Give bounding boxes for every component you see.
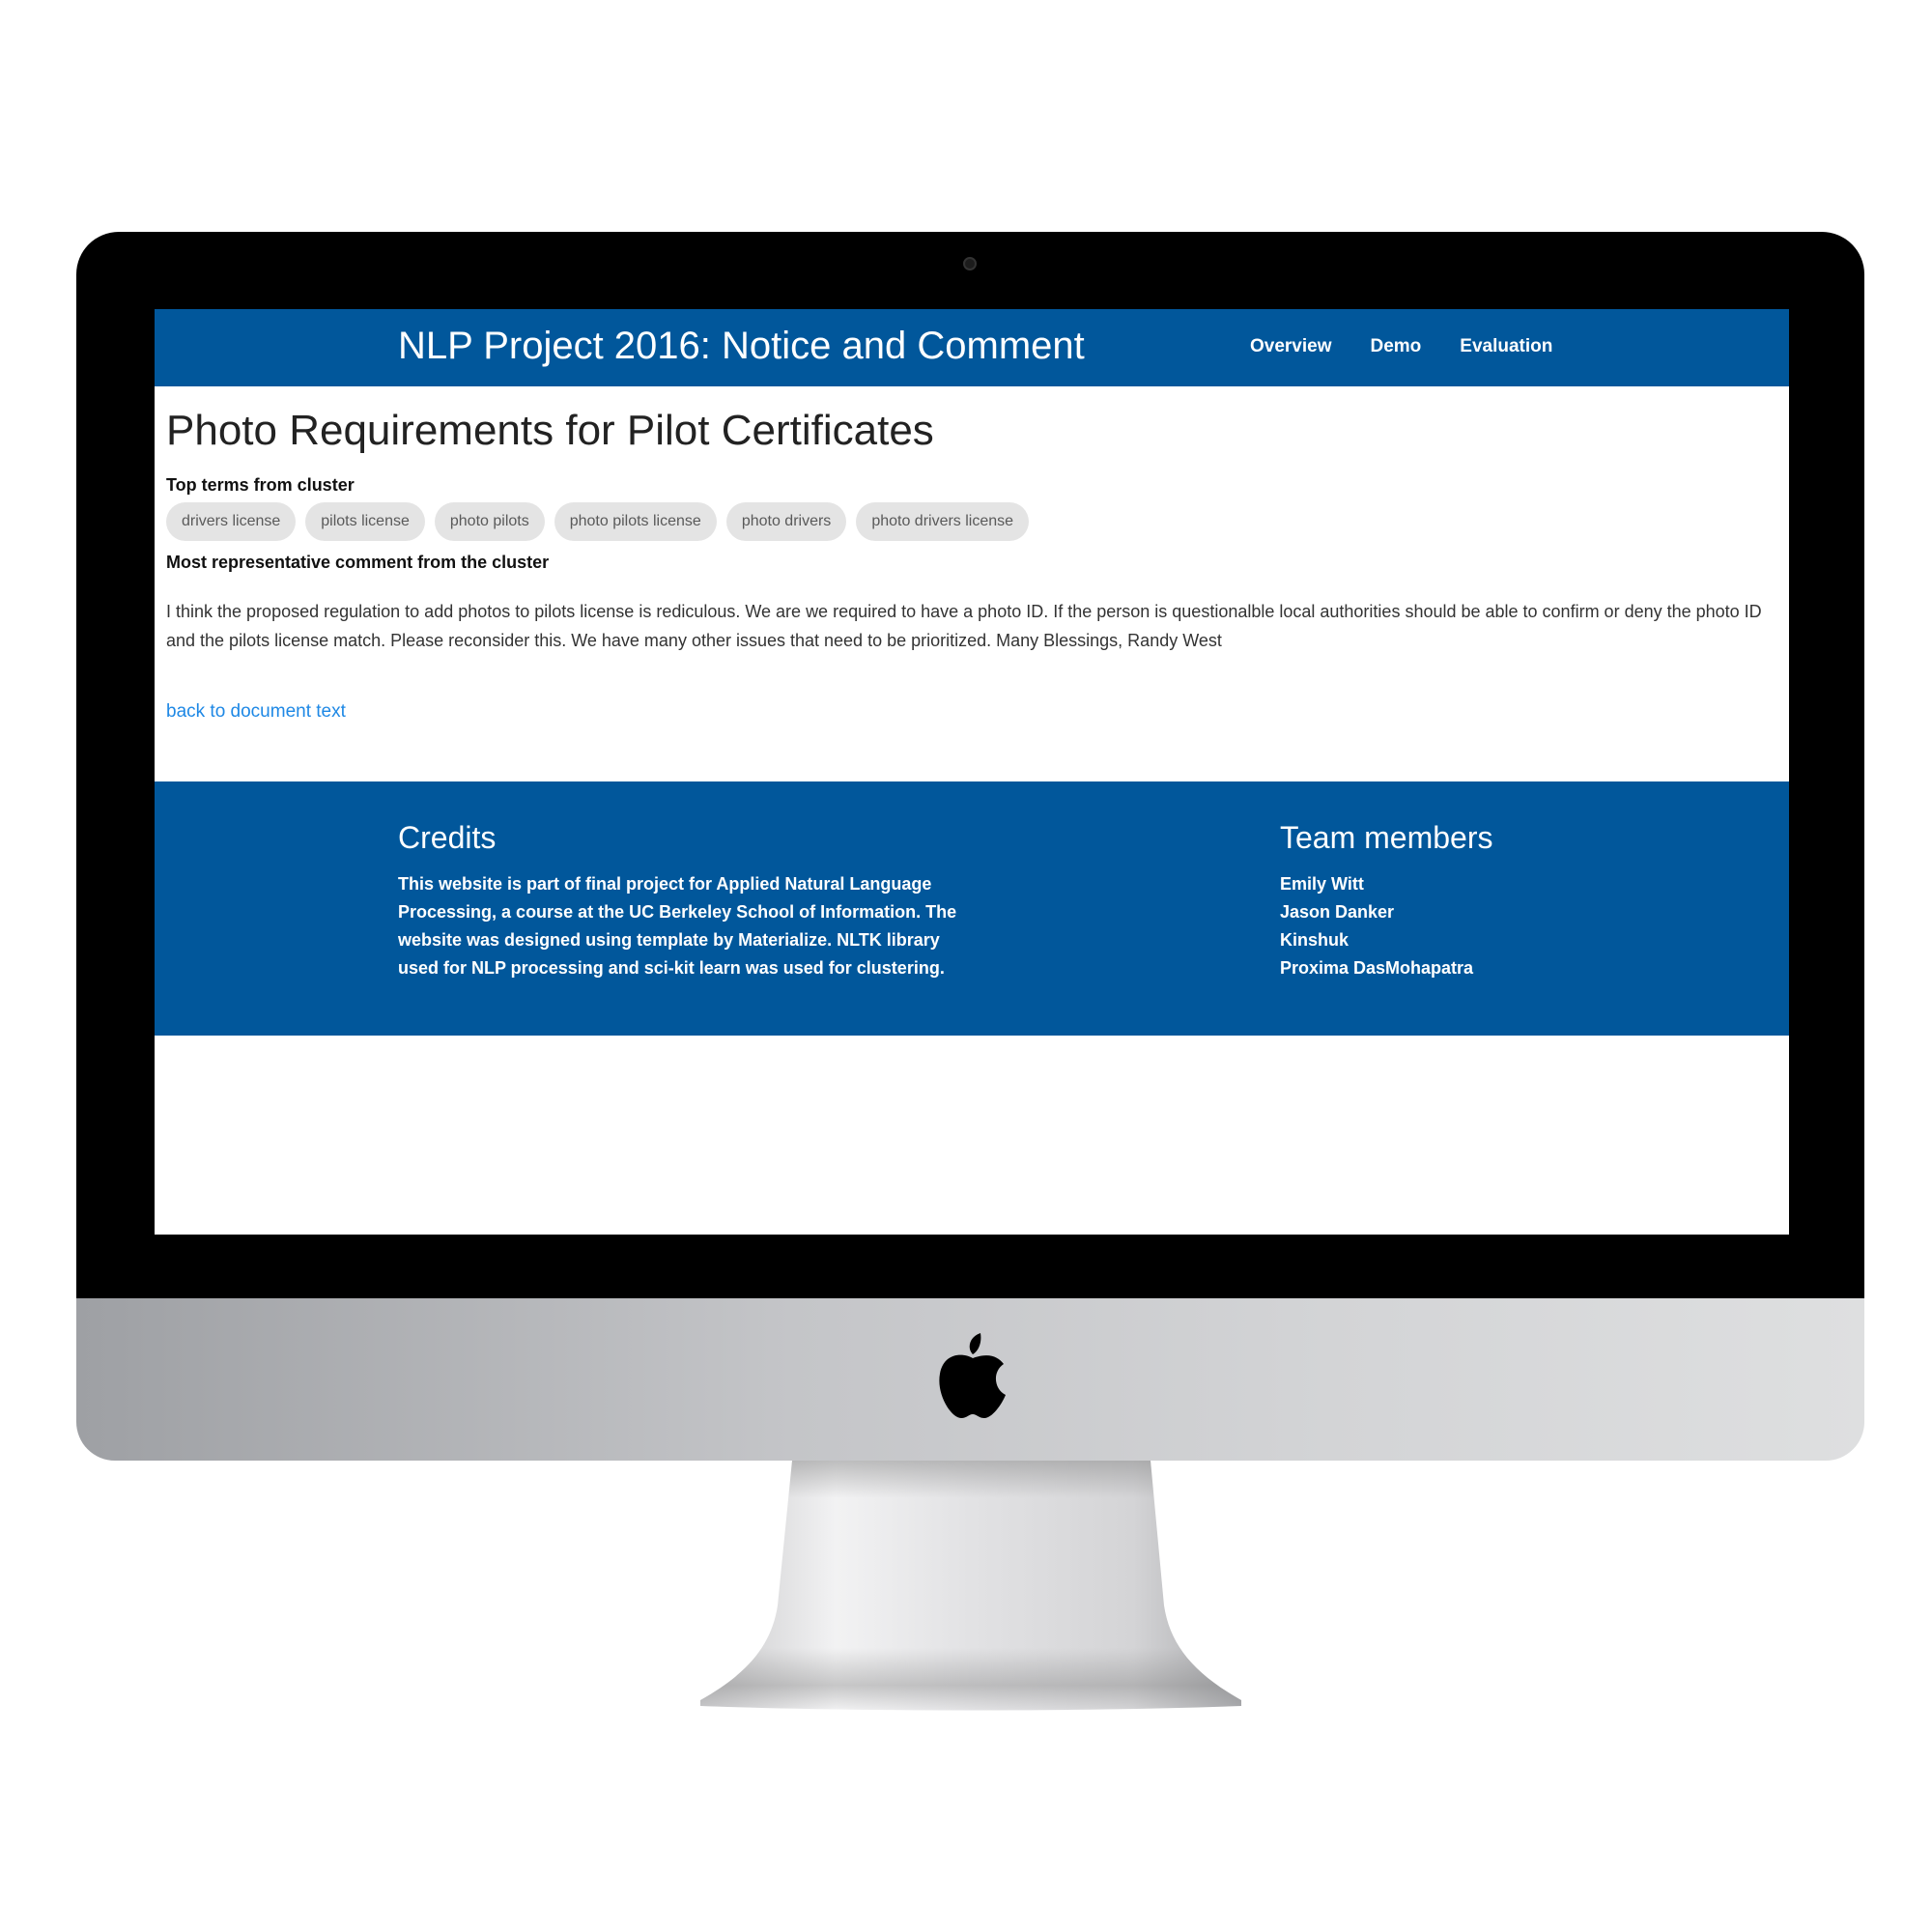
page-title: Photo Requirements for Pilot Certificate… [166,407,934,454]
credits-text: This website is part of final project fo… [398,874,957,978]
credits-section: Credits This website is part of final pr… [398,818,968,982]
team-section: Team members Emily Witt Jason Danker Kin… [1280,818,1686,982]
team-member: Jason Danker [1280,902,1395,922]
team-heading: Team members [1280,820,1493,855]
term-chip[interactable]: photo pilots license [554,502,717,541]
term-chip[interactable]: drivers license [166,502,297,541]
nav-overview[interactable]: Overview [1231,332,1351,361]
camera-icon [963,257,977,270]
nav-evaluation[interactable]: Evaluation [1440,332,1572,361]
monitor-stand [700,1461,1241,1711]
term-chips: drivers license pilots license photo pil… [166,502,1030,541]
representative-comment: I think the proposed regulation to add p… [166,602,1762,650]
term-chip[interactable]: photo pilots [434,502,545,541]
screen: NLP Project 2016: Notice and Comment Ove… [155,309,1789,1235]
term-chip[interactable]: photo drivers license [856,502,1030,541]
term-chip[interactable]: photo drivers [725,502,847,541]
page-footer: Credits This website is part of final pr… [155,781,1789,1036]
nav-links: Overview Demo Evaluation [1231,332,1572,361]
team-member: Kinshuk [1280,930,1350,950]
credits-heading: Credits [398,820,497,855]
nav-demo[interactable]: Demo [1351,332,1441,361]
team-member: Emily Witt [1280,874,1364,894]
term-chip[interactable]: pilots license [305,502,425,541]
apple-logo-icon [939,1333,1006,1418]
representative-comment-label: Most representative comment from the clu… [166,553,550,572]
top-terms-label: Top terms from cluster [166,475,355,495]
top-navbar: NLP Project 2016: Notice and Comment Ove… [155,309,1789,386]
team-member: Proxima DasMohapatra [1280,958,1474,978]
back-to-document-link[interactable]: back to document text [166,701,346,723]
site-title[interactable]: NLP Project 2016: Notice and Comment [398,321,1085,371]
team-list: Emily Witt Jason Danker Kinshuk Proxima … [1280,870,1686,982]
